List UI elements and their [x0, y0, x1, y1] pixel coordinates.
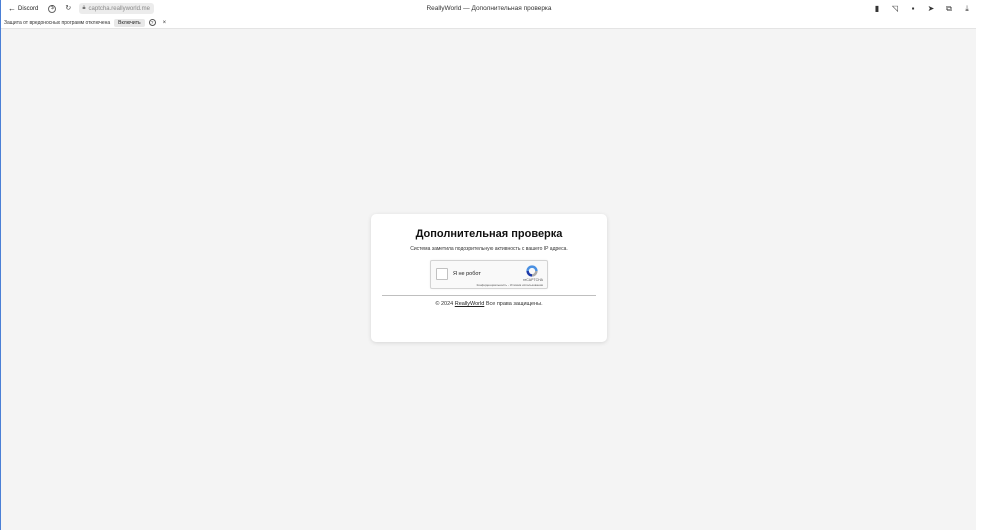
- screenshot-icon[interactable]: ▪: [908, 4, 918, 14]
- send-icon[interactable]: ➤: [926, 4, 936, 14]
- download-icon[interactable]: ⤓: [962, 4, 972, 14]
- recaptcha-brand: reCAPTCHA: [523, 278, 543, 282]
- verification-card: Дополнительная проверка Система заметила…: [371, 214, 607, 342]
- browser-window: ← Discord $ ↻ 🔒︎ captcha.reallyworld.me …: [0, 0, 976, 530]
- recaptcha-label: Я не робот: [453, 271, 481, 277]
- protect-icon[interactable]: $: [48, 4, 57, 13]
- infobar-message: Защита от вредоносных программ отключена: [4, 19, 111, 26]
- divider: [382, 295, 596, 296]
- card-title: Дополнительная проверка: [415, 228, 563, 240]
- recaptcha-widget: Я не робот reCAPTCHA Конфиденциальность …: [430, 260, 548, 289]
- footer-rights: Все права защищены.: [485, 301, 543, 307]
- recaptcha-links[interactable]: Конфиденциальность - Условия использован…: [477, 283, 543, 287]
- card-footer: © 2024 ReallyWorld Все права защищены.: [371, 301, 607, 307]
- translate-icon[interactable]: ◹: [890, 4, 900, 14]
- recaptcha-checkbox[interactable]: [436, 268, 448, 280]
- footer-link[interactable]: ReallyWorld: [455, 301, 485, 307]
- reload-icon[interactable]: ↻: [63, 4, 73, 14]
- back-label: Discord: [18, 5, 39, 12]
- lock-icon: 🔒︎: [82, 5, 86, 11]
- security-infobar: Защита от вредоносных программ отключена…: [1, 17, 976, 29]
- desktop-edge: [976, 0, 1000, 530]
- recaptcha-logo-icon: [526, 265, 538, 277]
- help-icon[interactable]: ?: [148, 19, 156, 26]
- browser-toolbar: ← Discord $ ↻ 🔒︎ captcha.reallyworld.me: [1, 0, 976, 17]
- address-bar[interactable]: 🔒︎ captcha.reallyworld.me: [79, 3, 154, 14]
- toolbar-actions: ▮ ◹ ▪ ➤ ⧉ ⤓: [872, 0, 972, 17]
- footer-copyright: © 2024: [435, 301, 454, 307]
- address-url: captcha.reallyworld.me: [88, 5, 150, 12]
- enable-protection-button[interactable]: Включить: [114, 18, 145, 27]
- close-icon[interactable]: ×: [163, 20, 167, 26]
- back-button[interactable]: ← Discord: [6, 0, 40, 17]
- collections-icon[interactable]: ⧉: [944, 4, 954, 14]
- card-subtitle: Система заметила подозрительную активнос…: [410, 246, 568, 252]
- arrow-left-icon: ←: [8, 3, 16, 13]
- bookmark-icon[interactable]: ▮: [872, 4, 882, 14]
